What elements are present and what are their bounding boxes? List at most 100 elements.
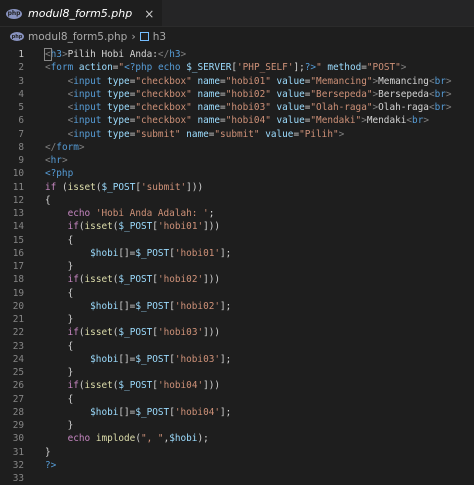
code-line[interactable]: 20 $hobi[]=$_POST['hobi02'];	[0, 300, 474, 313]
code-token: hr	[50, 155, 62, 167]
code-line[interactable]: 24 $hobi[]=$_POST['hobi03'];	[0, 353, 474, 366]
code-token: type	[107, 88, 130, 100]
code-token: h3	[50, 49, 62, 61]
code-token: []=	[118, 247, 136, 259]
code-line[interactable]: 9 <hr>	[0, 154, 474, 167]
code-editor[interactable]: 1 <h3>Pilih Hobi Anda:</h3> 2 <form action=…	[0, 46, 474, 485]
line-number: 8	[18, 141, 24, 153]
code-text: }	[45, 367, 74, 378]
code-token: "checkbox"	[135, 88, 192, 100]
code-token: Pilih Hobi Anda:	[67, 49, 158, 61]
code-line[interactable]: 12 {	[0, 194, 474, 207]
code-line[interactable]: 28 $hobi[]=$_POST['hobi04'];	[0, 406, 474, 419]
code-token: value	[265, 128, 294, 140]
code-text: <input type="checkbox" name="hobi01" val…	[45, 76, 452, 87]
code-token: $_POST	[101, 181, 136, 193]
code-text: <h3>Pilih Hobi Anda:</h3>	[44, 48, 186, 62]
code-text: $hobi[]=$_POST['hobi01'];	[45, 248, 231, 259]
editor-tab-bar: php modul8_form5.php ×	[0, 0, 474, 27]
code-token: Olah-raga	[378, 102, 429, 114]
code-token: {	[45, 340, 74, 352]
code-line[interactable]: 31}	[0, 446, 474, 459]
code-token: h3	[169, 49, 181, 61]
code-token: );	[197, 433, 209, 445]
code-line[interactable]: 16 $hobi[]=$_POST['hobi01'];	[0, 247, 474, 260]
code-line[interactable]: 30 echo implode(", ",$hobi);	[0, 432, 474, 445]
close-icon[interactable]: ×	[144, 7, 154, 21]
code-text: $hobi[]=$_POST['hobi03'];	[45, 354, 231, 365]
code-line[interactable]: 32 ?>	[0, 459, 474, 472]
code-text: }	[45, 314, 74, 325]
code-line[interactable]: 11 if (isset($_POST['submit']))	[0, 181, 474, 194]
line-number: 19	[12, 287, 24, 299]
code-token: $_POST	[118, 221, 153, 233]
code-line[interactable]: 10 <?php	[0, 167, 474, 180]
code-line[interactable]: 4 <input type="checkbox" name="hobi02" v…	[0, 88, 474, 101]
code-token: isset	[84, 327, 113, 339]
tab-label: modul8_form5.php	[28, 7, 133, 20]
code-token: type	[107, 128, 130, 140]
code-line[interactable]: 14 if(isset($_POST['hobi01']))	[0, 220, 474, 233]
code-token: ]))	[186, 181, 204, 193]
code-text: <hr>	[45, 155, 68, 166]
code-line[interactable]: 23 {	[0, 340, 474, 353]
code-token: []=	[118, 300, 136, 312]
code-token: []=	[118, 406, 136, 418]
breadcrumb-element[interactable]: h3	[153, 31, 166, 43]
code-line[interactable]: 6 <input type="checkbox" name="hobi04" v…	[0, 114, 474, 127]
breadcrumb-file[interactable]: modul8_form5.php	[28, 31, 127, 43]
line-number: 20	[12, 300, 24, 312]
code-token: <?php	[45, 168, 74, 180]
code-line[interactable]: 5 <input type="checkbox" name="hobi03" v…	[0, 101, 474, 114]
code-token: form	[50, 62, 74, 74]
code-line[interactable]: 21 }	[0, 313, 474, 326]
code-token: if	[67, 221, 79, 233]
code-token: action	[78, 62, 113, 74]
breadcrumb-separator: ›	[131, 30, 136, 43]
code-token: value	[276, 88, 305, 100]
code-token: "Memancing"	[310, 75, 373, 87]
editor-tab[interactable]: php modul8_form5.php ×	[0, 0, 163, 26]
code-token: >	[445, 102, 452, 114]
code-line[interactable]: 26 if(isset($_POST['hobi04']))	[0, 379, 474, 392]
code-line[interactable]: 3 <input type="checkbox" name="hobi01" v…	[0, 75, 474, 88]
code-token: </	[157, 49, 170, 61]
code-token: "Mendaki"	[310, 115, 362, 127]
line-number: 32	[12, 459, 24, 471]
code-line[interactable]: 22 if(isset($_POST['hobi03']))	[0, 326, 474, 339]
code-line[interactable]: 25 }	[0, 366, 474, 379]
code-line[interactable]: 17 }	[0, 260, 474, 273]
line-number: 26	[12, 380, 24, 392]
code-token: if	[67, 380, 79, 392]
code-token: >	[445, 88, 452, 100]
code-text: $hobi[]=$_POST['hobi04'];	[45, 407, 231, 418]
code-line[interactable]: 18 if(isset($_POST['hobi02']))	[0, 273, 474, 286]
code-line[interactable]: 27 {	[0, 393, 474, 406]
code-line[interactable]: 13 echo 'Hobi Anda Adalah: ';	[0, 207, 474, 220]
code-token: implode	[95, 433, 136, 445]
code-line[interactable]: 1 <h3>Pilih Hobi Anda:</h3>	[0, 48, 474, 62]
code-line[interactable]: 15 {	[0, 234, 474, 247]
line-number: 22	[12, 327, 24, 339]
code-line[interactable]: 2 <form action="<?php echo $_SERVER['PHP_…	[0, 61, 474, 74]
code-token: $_POST	[135, 300, 170, 312]
code-line[interactable]: 19 {	[0, 287, 474, 300]
code-token: "hobi04"	[225, 115, 271, 127]
code-text: $hobi[]=$_POST['hobi02'];	[45, 301, 231, 312]
line-number: 2	[18, 62, 24, 74]
line-number: 33	[12, 473, 24, 485]
code-token: 'hobi02'	[174, 300, 221, 312]
code-line[interactable]: 8 </form>	[0, 141, 474, 154]
line-number: 25	[12, 367, 24, 379]
code-line[interactable]: 29 }	[0, 419, 474, 432]
code-line[interactable]: 33	[0, 472, 474, 485]
line-number: 30	[12, 433, 24, 445]
code-line[interactable]: 7 <input type="submit" name="submit" val…	[0, 128, 474, 141]
code-token: type	[107, 75, 130, 87]
